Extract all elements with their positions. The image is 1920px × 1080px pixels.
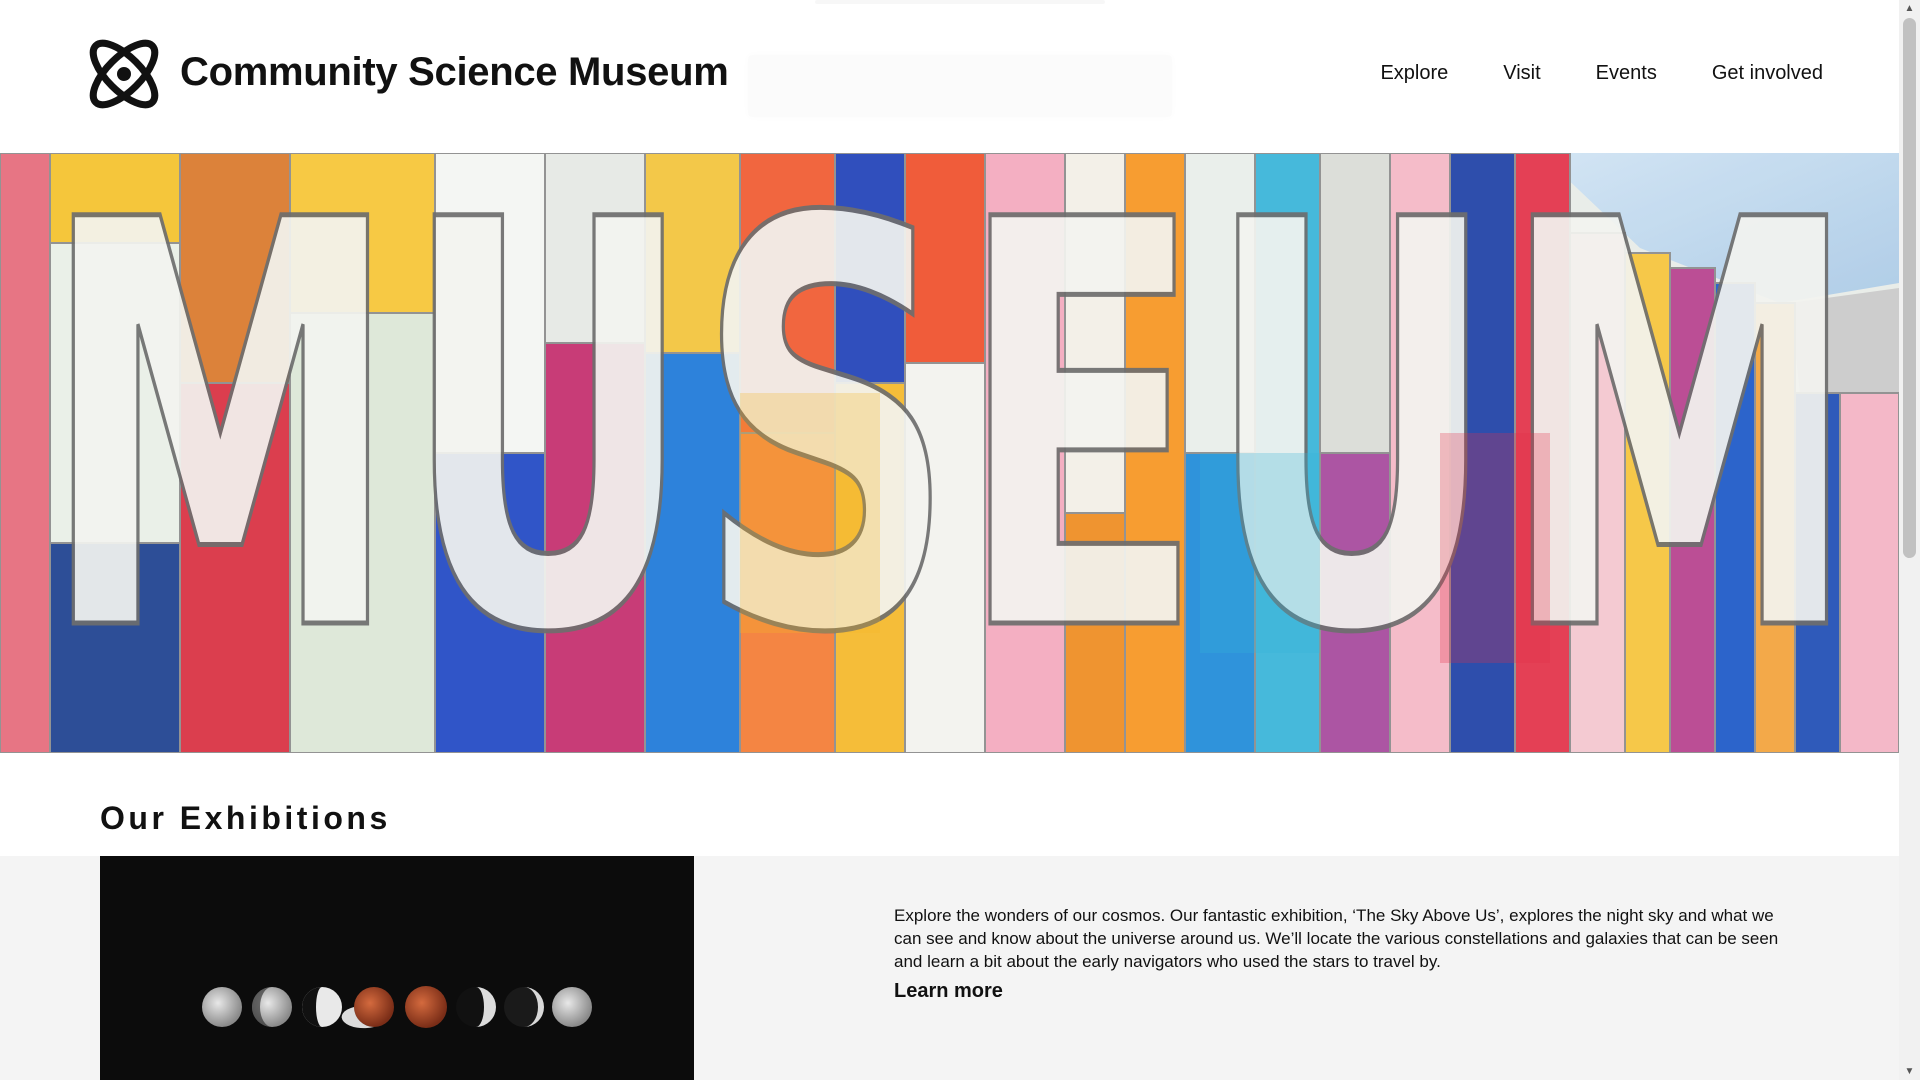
nav-explore[interactable]: Explore <box>1380 62 1448 85</box>
scrollbar[interactable]: ▲ ▼ <box>1899 0 1920 1080</box>
lunar-eclipse-image <box>100 856 694 1080</box>
exhibition-description: Explore the wonders of our cosmos. Our f… <box>894 906 1779 971</box>
exhibitions-heading: Our Exhibitions <box>100 800 391 836</box>
main-nav: Explore Visit Events Get involved <box>1380 62 1823 85</box>
scroll-up-arrow-icon[interactable]: ▲ <box>1899 0 1920 17</box>
faint-divider <box>815 0 1105 4</box>
nav-get-involved[interactable]: Get involved <box>1712 62 1823 85</box>
atom-icon[interactable] <box>80 30 168 118</box>
site-title[interactable]: Community Science Museum <box>180 50 729 95</box>
learn-more-link[interactable]: Learn more <box>894 980 1003 1003</box>
hero-image: MUSEUM <box>0 153 1899 753</box>
scroll-thumb[interactable] <box>1903 18 1916 558</box>
site-header: Community Science Museum Explore Visit E… <box>0 0 1899 153</box>
hero-sign-text: MUSEUM <box>40 153 1860 753</box>
faint-overlay-box <box>748 55 1172 117</box>
scroll-down-arrow-icon[interactable]: ▼ <box>1899 1063 1920 1080</box>
nav-visit[interactable]: Visit <box>1503 62 1540 85</box>
nav-events[interactable]: Events <box>1596 62 1657 85</box>
